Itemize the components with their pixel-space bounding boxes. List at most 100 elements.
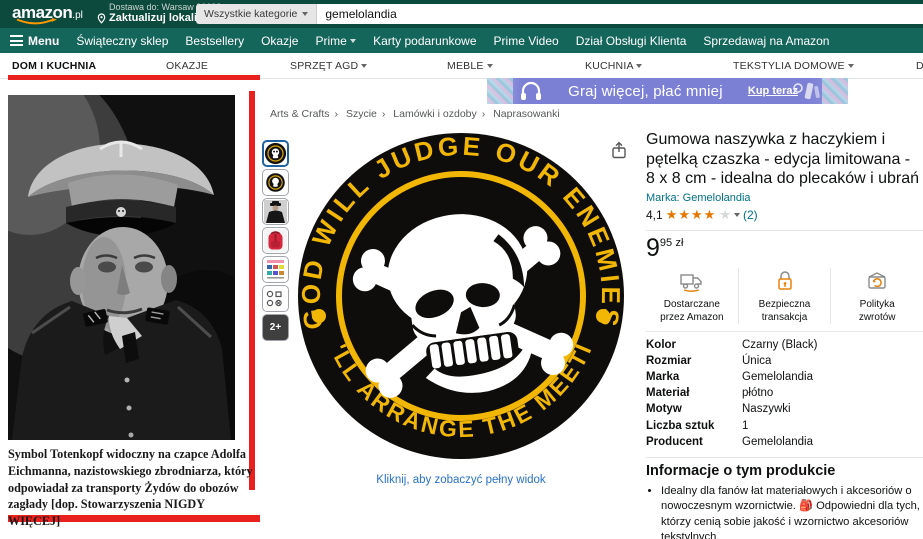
chevron-down-icon	[350, 39, 356, 43]
menu-button[interactable]: Menu	[10, 33, 59, 49]
category-okazje[interactable]: OKAZJE	[166, 60, 208, 72]
thumbnail-patch-selected[interactable]	[262, 140, 289, 167]
divider	[646, 331, 923, 332]
badge-delivered-by-amazon[interactable]: Dostarczane przez Amazon	[646, 268, 738, 324]
price-whole: 9	[646, 234, 660, 262]
divider	[646, 457, 923, 458]
thumbnail-person-wearing-patch[interactable]	[262, 198, 289, 225]
spec-row-kolor: KolorCzarny (Black)	[646, 337, 923, 353]
spec-row-rozmiar: RozmiarÚnica	[646, 353, 923, 369]
spec-row-motyw: MotywNaszywki	[646, 401, 923, 417]
about-product-heading: Informacje o tym produkcie	[646, 463, 923, 479]
top-header-bar: amazon.pl Dostawa do: Warsaw 00692 Zaktu…	[0, 0, 923, 28]
chevron-down-icon	[848, 64, 854, 68]
brand-link[interactable]: Marka: Gemelolandia	[646, 192, 923, 204]
search-bar: Wszystkie kategorie	[196, 4, 923, 24]
category-sprzet-agd[interactable]: SPRZĘT AGD	[290, 60, 367, 72]
price-currency: zł	[676, 237, 684, 249]
amazon-smile-icon	[15, 18, 61, 27]
amazon-logo-tld: .pl	[72, 10, 83, 21]
chevron-down-icon	[487, 64, 493, 68]
search-input[interactable]	[317, 4, 923, 24]
badge-label-line2: zwrotów	[835, 311, 919, 324]
thumbnail-patch-2[interactable]	[262, 169, 289, 196]
badge-label-line2: przez Amazon	[650, 311, 734, 324]
lock-icon	[774, 269, 796, 293]
banner-cta-link[interactable]: Kup teraz	[748, 85, 798, 97]
badge-label-line1: Dostarczane	[650, 298, 734, 311]
nav-item-karty-podarunkowe[interactable]: Karty podarunkowe	[373, 34, 476, 48]
badge-secure-transaction[interactable]: Bezpieczna transakcja	[738, 268, 831, 324]
photo-caption: Symbol Totenkopf widoczny na czapce Adol…	[8, 446, 254, 530]
hamburger-icon	[10, 33, 23, 49]
product-image-skull-patch[interactable]: GOD WILL JUDGE OUR ENEMIES WE'LL ARRANGE…	[296, 131, 626, 461]
price-fraction: 95	[660, 237, 672, 249]
nav-item-obsluga-klienta[interactable]: Dział Obsługi Klienta	[576, 34, 687, 48]
thumbnail-red-backpack[interactable]	[262, 227, 289, 254]
nav-item-prime[interactable]: Prime	[315, 34, 356, 48]
image-thumbnail-column: 2+	[262, 140, 289, 341]
ad-banner[interactable]: Graj więcej, płać mniej Kup teraz	[487, 78, 848, 104]
badge-label-line1: Polityka	[835, 298, 919, 311]
red-annotation-bar-side	[249, 91, 255, 490]
return-box-icon	[865, 269, 889, 293]
nav-item-okazje[interactable]: Okazje	[261, 34, 298, 48]
main-nav-bar: Menu Świąteczny sklep Bestsellery Okazje…	[0, 28, 923, 53]
chevron-down-icon	[302, 12, 308, 16]
badge-return-policy[interactable]: Polityka zwrotów	[830, 268, 923, 324]
truck-icon	[679, 269, 705, 293]
red-annotation-bar-top	[8, 75, 260, 80]
chevron-down-icon	[361, 64, 367, 68]
thumbnail-size-chart[interactable]	[262, 256, 289, 283]
view-full-image-link[interactable]: Kliknij, aby zobaczyć pełny widok	[296, 474, 626, 486]
star-icons: ★★★★	[666, 207, 717, 223]
chevron-down-icon	[636, 64, 642, 68]
share-icon[interactable]	[610, 141, 628, 160]
category-truncated[interactable]: D	[916, 60, 923, 72]
badge-label-line1: Bezpieczna	[743, 298, 827, 311]
nav-item-sprzedawaj[interactable]: Sprzedawaj na Amazon	[703, 34, 829, 48]
banner-headline: Graj więcej, płać mniej	[543, 83, 748, 100]
chevron-down-icon	[734, 213, 740, 217]
spec-row-liczba-sztuk: Liczba sztuk1	[646, 418, 923, 434]
location-pin-icon	[97, 13, 106, 24]
category-dom-i-kuchnia[interactable]: DOM I KUCHNIA	[12, 60, 96, 72]
star-partial-icon: ★★	[719, 207, 731, 223]
nav-item-swiateczny-sklep[interactable]: Świąteczny sklep	[76, 34, 168, 48]
amazon-logo[interactable]: amazon.pl	[12, 3, 83, 23]
search-category-label: Wszystkie kategorie	[204, 8, 297, 20]
breadcrumb-item[interactable]: Arts & Crafts	[270, 108, 343, 120]
review-count-link[interactable]: (2)	[743, 208, 758, 222]
category-tekstylia-domowe[interactable]: TEKSTYLIA DOMOWE	[733, 60, 854, 72]
banner-decor-left	[487, 78, 513, 104]
breadcrumb-item[interactable]: Lamówki i ozdoby	[393, 108, 490, 120]
category-meble[interactable]: MEBLE	[447, 60, 493, 72]
nav-item-bestsellery[interactable]: Bestsellery	[185, 34, 244, 48]
nav-item-prime-video[interactable]: Prime Video	[494, 34, 559, 48]
product-title: Gumowa naszywka z haczykiem i pętelką cz…	[646, 130, 923, 189]
gaming-accessories-icon	[792, 80, 822, 102]
rating-value: 4,1	[646, 208, 663, 222]
product-bullet-list: Idealny dla fanów łat materiałowych i ak…	[646, 484, 923, 539]
spec-row-producent: ProducentGemelolandia	[646, 434, 923, 450]
search-category-dropdown[interactable]: Wszystkie kategorie	[196, 4, 317, 24]
product-details-column: Gumowa naszywka z haczykiem i pętelką cz…	[646, 130, 923, 539]
spec-row-material: Materiałpłótno	[646, 385, 923, 401]
spec-row-marka: MarkaGemelolandia	[646, 369, 923, 385]
rating-row[interactable]: 4,1 ★★★★★★ (2)	[646, 207, 923, 223]
breadcrumb: Arts & Crafts Szycie Lamówki i ozdoby Na…	[270, 108, 560, 120]
spec-table: KolorCzarny (Black) RozmiarÚnica MarkaGe…	[646, 337, 923, 450]
category-kuchnia[interactable]: KUCHNIA	[585, 60, 642, 72]
headphones-icon	[519, 81, 543, 101]
breadcrumb-item[interactable]: Naprasowanki	[493, 108, 560, 120]
product-bullet: Idealny dla fanów łat materiałowych i ak…	[661, 484, 923, 539]
thumbnail-care-instructions[interactable]	[262, 285, 289, 312]
breadcrumb-item[interactable]: Szycie	[346, 108, 390, 120]
banner-decor-right	[822, 78, 848, 104]
menu-label: Menu	[28, 34, 59, 48]
more-images-button[interactable]: 2+	[262, 314, 289, 341]
divider	[646, 230, 923, 231]
price: 995 zł	[646, 236, 923, 260]
badge-label-line2: transakcja	[743, 311, 827, 324]
eichmann-photo	[8, 95, 235, 440]
